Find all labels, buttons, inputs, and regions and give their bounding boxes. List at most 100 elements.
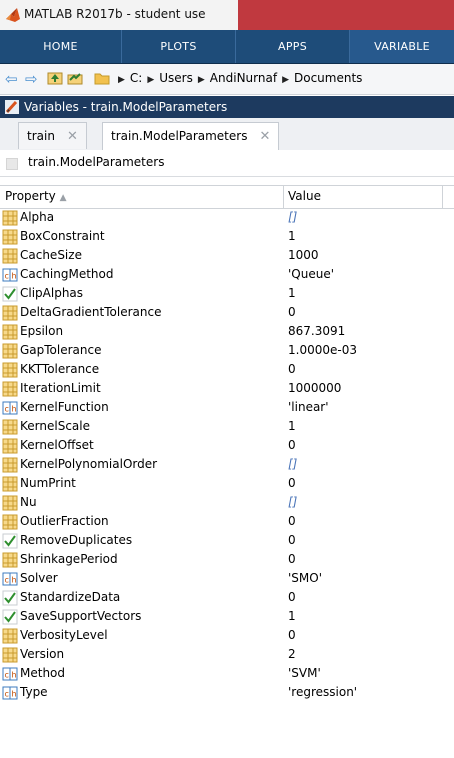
table-row[interactable]: Version 2	[0, 645, 454, 664]
table-row[interactable]: KernelOffset 0	[0, 436, 454, 455]
char-icon: ch	[2, 571, 18, 587]
table-row[interactable]: KernelPolynomialOrder []	[0, 455, 454, 474]
breadcrumb-arrow-icon: ▶	[147, 75, 155, 85]
property-value[interactable]: 'SVM'	[288, 666, 321, 680]
property-value[interactable]: []	[288, 457, 297, 471]
table-row[interactable]: c h Solver 'SMO'	[0, 569, 454, 588]
property-value[interactable]: 0	[288, 305, 296, 319]
breadcrumb-item[interactable]: C:	[130, 71, 142, 85]
table-row[interactable]: RemoveDuplicates 0	[0, 531, 454, 550]
variable-tab-model-parameters[interactable]: train.ModelParameters ✕	[102, 122, 280, 151]
char-icon: ch	[2, 666, 18, 682]
property-name: CachingMethod	[20, 267, 114, 281]
spacer	[0, 177, 454, 185]
property-name: StandardizeData	[20, 590, 121, 604]
property-name: Type	[20, 685, 48, 699]
close-icon[interactable]: ✕	[259, 129, 270, 144]
property-value[interactable]: 1	[288, 419, 296, 433]
property-value[interactable]: 0	[288, 628, 296, 642]
numeric-icon	[2, 305, 18, 321]
table-row[interactable]: GapTolerance 1.0000e-03	[0, 341, 454, 360]
table-row[interactable]: SaveSupportVectors 1	[0, 607, 454, 626]
breadcrumb-item[interactable]: Documents	[294, 71, 362, 85]
column-divider[interactable]	[442, 186, 443, 208]
property-name: RemoveDuplicates	[20, 533, 133, 547]
check-icon	[2, 533, 18, 549]
property-value[interactable]: 'Queue'	[288, 267, 334, 281]
tab-plots[interactable]: PLOTS	[122, 30, 236, 63]
property-value[interactable]: 1000	[288, 248, 319, 262]
numeric-icon	[2, 343, 18, 359]
table-row[interactable]: NumPrint 0	[0, 474, 454, 493]
numeric-icon	[2, 514, 18, 530]
property-value[interactable]: 1.0000e-03	[288, 343, 357, 357]
table-row[interactable]: ClipAlphas 1	[0, 284, 454, 303]
column-header-value[interactable]: Value	[288, 189, 321, 203]
window-title: MATLAB R2017b - student use	[24, 7, 206, 21]
table-row[interactable]: Alpha []	[0, 208, 454, 227]
property-value[interactable]: 0	[288, 590, 296, 604]
property-value[interactable]: 0	[288, 438, 296, 452]
check-icon	[2, 590, 18, 606]
property-value[interactable]: 867.3091	[288, 324, 345, 338]
property-value[interactable]: 0	[288, 533, 296, 547]
property-value[interactable]: 0	[288, 476, 296, 490]
table-row[interactable]: StandardizeData 0	[0, 588, 454, 607]
property-value[interactable]: 2	[288, 647, 296, 661]
table-row[interactable]: OutlierFraction 0	[0, 512, 454, 531]
table-row[interactable]: Nu []	[0, 493, 454, 512]
tab-home[interactable]: HOME	[0, 30, 122, 63]
property-value[interactable]: 0	[288, 514, 296, 528]
table-row[interactable]: c h Type 'regression'	[0, 683, 454, 702]
property-name: KKTTolerance	[20, 362, 100, 376]
variables-panel-header: Variables - train.ModelParameters	[0, 96, 454, 118]
property-name: SaveSupportVectors	[20, 609, 142, 623]
tab-apps[interactable]: APPS	[236, 30, 350, 63]
variable-tab-train[interactable]: train ✕	[18, 122, 87, 149]
back-arrow-icon[interactable]: ⇦	[5, 70, 18, 88]
matlab-logo-icon	[6, 8, 20, 22]
table-row[interactable]: c h Method 'SVM'	[0, 664, 454, 683]
numeric-icon	[2, 362, 18, 378]
table-row[interactable]: BoxConstraint 1	[0, 227, 454, 246]
property-value[interactable]: 0	[288, 552, 296, 566]
table-row[interactable]: VerbosityLevel 0	[0, 626, 454, 645]
table-row[interactable]: c h CachingMethod 'Queue'	[0, 265, 454, 284]
property-name: GapTolerance	[20, 343, 102, 357]
variable-path-icon	[6, 158, 18, 170]
browse-folder-icon[interactable]	[67, 70, 83, 86]
up-folder-icon[interactable]	[47, 70, 63, 86]
variable-path-row: train.ModelParameters	[0, 150, 454, 177]
forward-arrow-icon[interactable]: ⇨	[25, 70, 38, 88]
close-icon[interactable]: ✕	[67, 129, 78, 144]
tab-variable[interactable]: VARIABLE	[350, 30, 454, 63]
property-value[interactable]: 1	[288, 609, 296, 623]
breadcrumb-item[interactable]: AndiNurnaf	[210, 71, 277, 85]
property-value[interactable]: []	[288, 210, 297, 224]
breadcrumb-item[interactable]: Users	[159, 71, 193, 85]
property-name: Solver	[20, 571, 58, 585]
table-row[interactable]: ShrinkagePeriod 0	[0, 550, 454, 569]
property-value[interactable]: []	[288, 495, 297, 509]
property-value[interactable]: 1000000	[288, 381, 341, 395]
property-value[interactable]: 1	[288, 286, 296, 300]
table-row[interactable]: c h KernelFunction 'linear'	[0, 398, 454, 417]
table-row[interactable]: KernelScale 1	[0, 417, 454, 436]
property-value[interactable]: 0	[288, 362, 296, 376]
table-row[interactable]: KKTTolerance 0	[0, 360, 454, 379]
property-value[interactable]: 'linear'	[288, 400, 329, 414]
property-grid: Property ▲ Value Alpha [] BoxConstraint 1 Ca…	[0, 185, 454, 758]
property-value[interactable]: 'regression'	[288, 685, 357, 699]
svg-text:c: c	[5, 405, 9, 414]
numeric-icon	[2, 248, 18, 264]
table-row[interactable]: DeltaGradientTolerance 0	[0, 303, 454, 322]
column-header-property[interactable]: Property ▲	[5, 189, 67, 203]
check-icon	[2, 286, 18, 302]
property-value[interactable]: 1	[288, 229, 296, 243]
table-row[interactable]: IterationLimit 1000000	[0, 379, 454, 398]
svg-text:h: h	[12, 405, 17, 414]
table-row[interactable]: CacheSize 1000	[0, 246, 454, 265]
table-row[interactable]: Epsilon 867.3091	[0, 322, 454, 341]
column-divider[interactable]	[283, 186, 284, 208]
property-value[interactable]: 'SMO'	[288, 571, 322, 585]
